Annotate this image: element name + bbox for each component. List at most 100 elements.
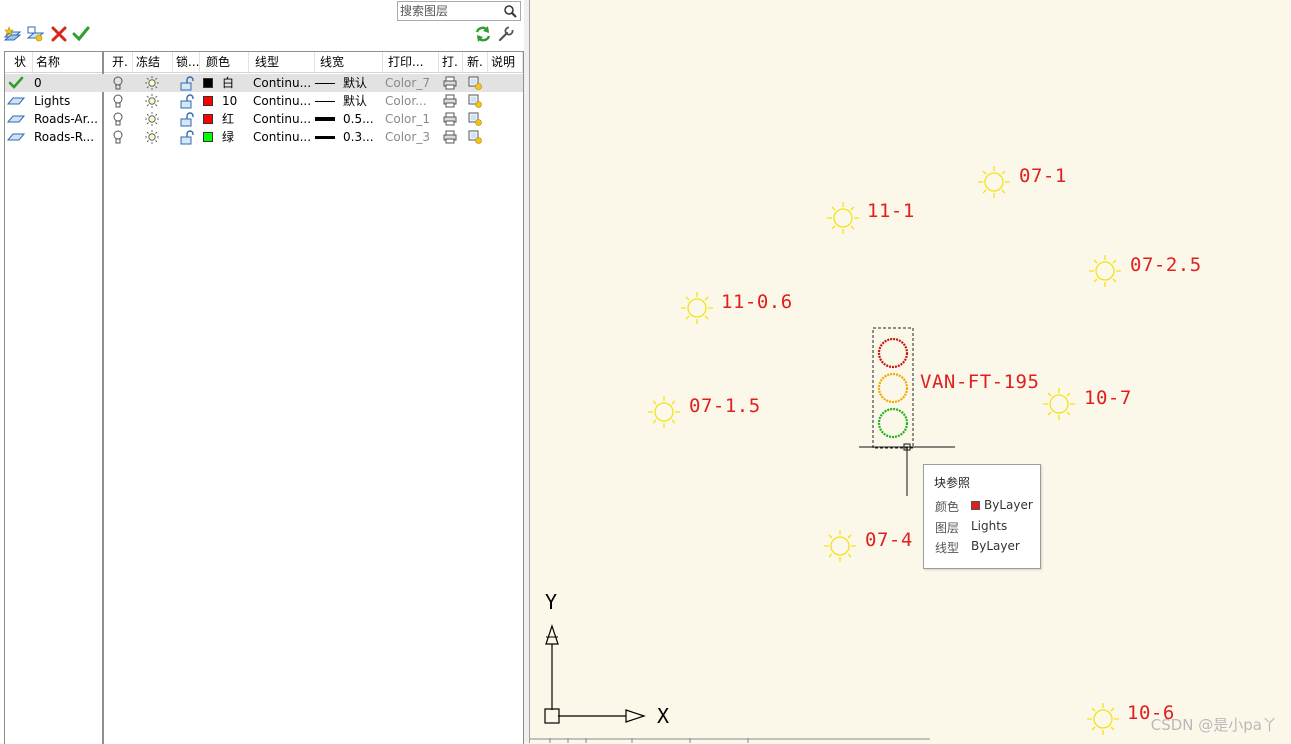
color-swatch[interactable] xyxy=(203,132,213,142)
linetype-value[interactable]: Continu... xyxy=(253,92,313,110)
light-symbol-icon[interactable] xyxy=(1042,387,1076,421)
lightbulb-icon[interactable] xyxy=(112,74,126,92)
lineweight-sample xyxy=(315,128,337,146)
new-layer-vp-frozen-button[interactable] xyxy=(26,25,45,43)
unlock-icon[interactable] xyxy=(179,128,197,146)
light-symbol-icon[interactable] xyxy=(823,529,857,563)
refresh-button[interactable] xyxy=(474,25,492,43)
search-input[interactable] xyxy=(400,3,500,19)
light-symbol-icon[interactable] xyxy=(647,395,681,429)
color-swatch[interactable] xyxy=(203,78,213,88)
printer-icon[interactable] xyxy=(442,92,460,110)
lineweight-value[interactable]: 默认 xyxy=(343,92,383,110)
color-label: 绿 xyxy=(222,130,235,144)
lightbulb-icon[interactable] xyxy=(112,110,126,128)
light-label[interactable]: 07-2.5 xyxy=(1130,254,1202,276)
color-swatch[interactable] xyxy=(203,114,213,124)
lineweight-sample xyxy=(315,74,337,92)
light-label[interactable]: 07-1.5 xyxy=(689,395,761,417)
layer-row[interactable]: Roads-R... 绿 Continu... 0.3... Color_3 xyxy=(5,128,523,146)
status-current-icon xyxy=(8,74,26,92)
light-symbol-icon[interactable] xyxy=(1088,254,1122,288)
column-splitter[interactable] xyxy=(102,52,104,744)
plot-style-value: Color_1 xyxy=(385,112,430,126)
tooltip-color-swatch xyxy=(971,501,980,510)
sun-freeze-icon[interactable] xyxy=(144,92,162,110)
color-label: 10 xyxy=(222,94,238,108)
unlock-icon[interactable] xyxy=(179,74,197,92)
sun-freeze-icon[interactable] xyxy=(144,74,162,92)
column-header-linetype[interactable]: 线型 xyxy=(252,52,315,72)
linetype-value[interactable]: Continu... xyxy=(253,128,313,146)
check-icon xyxy=(72,26,90,42)
column-header-freeze[interactable]: 冻结 xyxy=(133,52,173,72)
settings-button[interactable] xyxy=(497,25,515,43)
layer-name[interactable]: Lights xyxy=(34,92,102,110)
x-axis-label: X xyxy=(657,704,670,728)
layer-name[interactable]: Roads-R... xyxy=(34,128,102,146)
layer-row[interactable]: Lights 10 Continu... 默认 Color... xyxy=(5,92,523,110)
column-header-on[interactable]: 开. xyxy=(109,52,133,72)
light-label[interactable]: 11-0.6 xyxy=(721,291,793,313)
tooltip-value-linetype: ByLayer xyxy=(971,539,1020,553)
sun-freeze-icon[interactable] xyxy=(144,110,162,128)
light-label[interactable]: 11-1 xyxy=(867,200,915,222)
color-label: 红 xyxy=(222,112,235,126)
linetype-value[interactable]: Continu... xyxy=(253,110,313,128)
new-vp-freeze-icon[interactable] xyxy=(467,128,485,146)
search-icon[interactable] xyxy=(503,4,518,19)
plot-style-value: Color... xyxy=(385,94,427,108)
new-layer-icon xyxy=(3,26,22,41)
light-symbol-icon[interactable] xyxy=(680,291,714,325)
light-label[interactable]: 07-1 xyxy=(1019,165,1067,187)
search-layers-box xyxy=(397,1,521,21)
layer-row[interactable]: Roads-Ar... 红 Continu... 0.5... Color_1 xyxy=(5,110,523,128)
lineweight-value[interactable]: 默认 xyxy=(343,74,383,92)
lightbulb-icon[interactable] xyxy=(112,128,126,146)
lightbulb-icon[interactable] xyxy=(112,92,126,110)
new-vp-freeze-icon[interactable] xyxy=(467,92,485,110)
light-symbol-icon[interactable] xyxy=(977,165,1011,199)
column-header-new-vp-freeze[interactable]: 新. xyxy=(464,52,488,72)
tooltip-value-layer: Lights xyxy=(971,519,1008,533)
printer-icon[interactable] xyxy=(442,74,460,92)
lineweight-value[interactable]: 0.3... xyxy=(343,128,383,146)
layer-name[interactable]: 0 xyxy=(34,74,102,92)
set-current-button[interactable] xyxy=(72,25,90,43)
watermark: CSDN @是小pa丫 xyxy=(1150,716,1277,734)
y-axis-label: Y xyxy=(545,590,558,614)
delete-layer-button[interactable] xyxy=(50,25,68,43)
layer-name[interactable]: Roads-Ar... xyxy=(34,110,102,128)
printer-icon[interactable] xyxy=(442,128,460,146)
column-header-plot-style[interactable]: 打印... xyxy=(385,52,439,72)
color-swatch[interactable] xyxy=(203,96,213,106)
plot-style-value: Color_3 xyxy=(385,130,430,144)
layer-row[interactable]: 0 白 Continu... 默认 Color_7 xyxy=(5,74,523,92)
column-header-lock[interactable]: 锁... xyxy=(173,52,200,72)
new-vp-freeze-icon[interactable] xyxy=(467,110,485,128)
sun-freeze-icon[interactable] xyxy=(144,128,162,146)
printer-icon[interactable] xyxy=(442,110,460,128)
new-layer-button[interactable] xyxy=(3,25,22,43)
unlock-icon[interactable] xyxy=(179,110,197,128)
light-label[interactable]: 07-4 xyxy=(865,529,913,551)
layout-tabs[interactable] xyxy=(530,738,930,743)
tooltip-title: 块参照 xyxy=(934,476,971,490)
lineweight-value[interactable]: 0.5... xyxy=(343,110,383,128)
delete-icon xyxy=(51,26,67,42)
plot-style-value: Color_7 xyxy=(385,76,430,90)
column-header-plot[interactable]: 打. xyxy=(439,52,463,72)
column-header-name[interactable]: 名称 xyxy=(33,52,103,72)
light-symbol-icon[interactable] xyxy=(826,201,860,235)
column-header-lineweight[interactable]: 线宽 xyxy=(317,52,383,72)
layer-status-icon xyxy=(7,128,25,146)
new-vp-freeze-icon[interactable] xyxy=(467,74,485,92)
column-header-description[interactable]: 说明 xyxy=(488,52,523,72)
light-label[interactable]: 10-7 xyxy=(1084,387,1132,409)
lineweight-sample xyxy=(315,110,337,128)
column-header-status[interactable]: 状 xyxy=(11,52,33,72)
unlock-icon[interactable] xyxy=(179,92,197,110)
linetype-value[interactable]: Continu... xyxy=(253,74,313,92)
column-header-color[interactable]: 颜色 xyxy=(203,52,249,72)
light-symbol-icon[interactable] xyxy=(1086,702,1120,736)
